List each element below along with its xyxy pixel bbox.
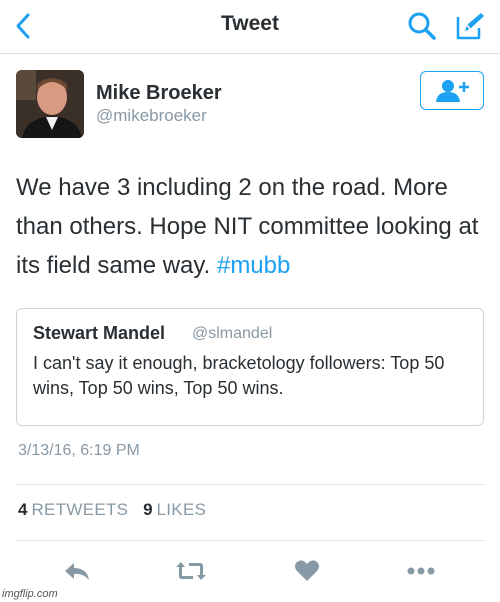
quoted-tweet[interactable]: Stewart Mandel @slmandel I can't say it … xyxy=(16,308,484,426)
nav-bar: Tweet xyxy=(0,0,500,54)
reply-icon xyxy=(65,563,89,580)
retweet-icon xyxy=(176,562,206,580)
quote-text: I can't say it enough, bracketology foll… xyxy=(33,353,445,398)
search-button[interactable] xyxy=(404,8,440,44)
quote-author-name: Stewart Mandel xyxy=(33,323,166,343)
avatar[interactable] xyxy=(16,70,84,138)
retweets-stat[interactable]: 4 RETWEETS xyxy=(18,500,128,520)
retweet-button[interactable] xyxy=(174,556,208,586)
author-name[interactable]: Mike Broeker xyxy=(96,82,222,105)
likes-label: LIKES xyxy=(156,500,207,519)
author-handle[interactable]: @mikebroeker xyxy=(96,106,207,126)
likes-count: 9 xyxy=(143,500,153,519)
heart-icon xyxy=(295,560,319,581)
hashtag-link[interactable]: #mubb xyxy=(217,252,290,279)
divider xyxy=(16,484,484,485)
more-button[interactable] xyxy=(404,556,438,586)
tweet-timestamp: 3/13/16, 6:19 PM xyxy=(18,442,140,459)
tweet-text: We have 3 including 2 on the road. More … xyxy=(16,168,486,285)
likes-stat[interactable]: 9 LIKES xyxy=(143,500,206,520)
quote-author-handle: @slmandel xyxy=(192,325,273,342)
compose-button[interactable] xyxy=(452,8,488,44)
avatar-photo xyxy=(16,70,84,138)
action-bar xyxy=(0,550,500,590)
like-button[interactable] xyxy=(290,556,324,586)
more-icon xyxy=(407,567,435,575)
retweets-count: 4 xyxy=(18,500,28,519)
add-user-icon xyxy=(436,79,469,102)
compose-icon xyxy=(456,13,484,40)
search-icon xyxy=(408,12,436,40)
follow-button[interactable] xyxy=(420,71,484,110)
watermark: imgflip.com xyxy=(2,588,58,600)
engagement-stats: 4 RETWEETS 9 LIKES xyxy=(18,500,216,520)
divider xyxy=(16,540,484,541)
reply-button[interactable] xyxy=(60,556,94,586)
retweets-label: RETWEETS xyxy=(31,500,129,519)
